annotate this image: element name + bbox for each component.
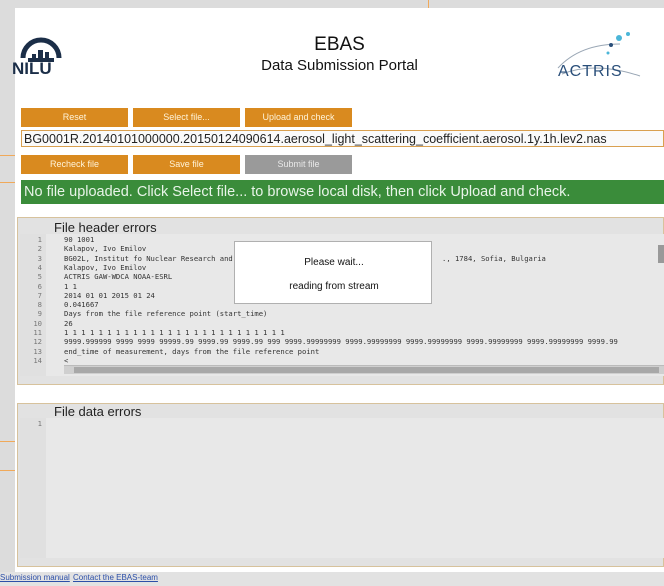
data-errors-editor[interactable]: 1 [20, 418, 664, 558]
line-text: BG02L, Institut fo Nuclear Research and [64, 253, 233, 263]
line-number: 7 [37, 290, 42, 300]
contact-link[interactable]: Contact the EBAS-team [73, 573, 158, 582]
submission-manual-link[interactable]: Submission manual [0, 573, 70, 582]
save-file-button[interactable]: Save file [133, 155, 240, 174]
edge-line [0, 182, 15, 183]
line-text-tail: ., 1784, Sofia, Bulgaria [442, 253, 546, 263]
line-text: Kalapov, Ivo Emilov [64, 244, 147, 254]
actris-logo-text: ACTRIS [558, 63, 623, 80]
page-footer: Submission manual Contact the EBAS-team [0, 572, 664, 586]
line-number: 14 [33, 355, 42, 365]
edge-line [0, 441, 15, 442]
line-number: 6 [37, 281, 42, 291]
line-text: Days from the file reference point (star… [64, 309, 268, 319]
recheck-file-button[interactable]: Recheck file [21, 155, 128, 174]
line-number: 12 [33, 337, 42, 347]
scrollbar-thumb[interactable] [74, 367, 659, 373]
line-text: 2014 01 01 2015 01 24 [64, 290, 155, 300]
line-number: 1 [37, 235, 42, 244]
select-file-button[interactable]: Select file... [133, 108, 240, 127]
line-number: 4 [37, 262, 42, 272]
dialog-message: reading from stream [289, 281, 379, 292]
submit-file-button[interactable]: Submit file [245, 155, 352, 174]
line-number: 11 [33, 328, 42, 337]
line-number: 10 [33, 318, 42, 328]
horizontal-scrollbar[interactable] [64, 365, 664, 374]
line-number: 3 [37, 253, 42, 263]
line-number: 8 [37, 300, 42, 310]
line-number: 9 [37, 309, 42, 319]
loading-dialog: Please wait... reading from stream [234, 241, 432, 304]
line-number: 1 [37, 419, 42, 428]
line-text: 1 1 [64, 281, 77, 291]
edge-line [0, 155, 15, 156]
line-number-gutter [20, 418, 46, 558]
filename-field[interactable]: BG0001R.20140101000000.20150124090614.ae… [21, 130, 664, 147]
header-errors-title: File header errors [54, 220, 157, 235]
dialog-title: Please wait... [304, 257, 364, 268]
upload-and-check-button[interactable]: Upload and check [245, 108, 352, 127]
line-number: 13 [33, 346, 42, 356]
edge-line [428, 0, 429, 8]
line-number: 5 [37, 272, 42, 282]
reset-button[interactable]: Reset [21, 108, 128, 127]
line-text: end_time of measurement, days from the f… [64, 346, 320, 356]
vertical-scrollbar[interactable] [658, 245, 664, 263]
line-text: 90 1001 [64, 235, 95, 244]
data-errors-title: File data errors [54, 404, 142, 419]
edge-line [0, 470, 15, 471]
status-message: No file uploaded. Click Select file... t… [21, 180, 664, 204]
line-number: 2 [37, 244, 42, 254]
line-text: ACTRIS GAW-WDCA NOAA-ESRL [64, 272, 173, 282]
line-text: 0.041667 [64, 300, 99, 310]
line-text: 9999.999999 9999 9999 99999.99 9999.99 9… [64, 337, 618, 347]
line-text: 26 [64, 318, 73, 328]
line-text: Kalapov, Ivo Emilov [64, 262, 147, 272]
line-text: < [64, 355, 69, 365]
line-text: 1 1 1 1 1 1 1 1 1 1 1 1 1 1 1 1 1 1 1 1 … [64, 328, 285, 337]
